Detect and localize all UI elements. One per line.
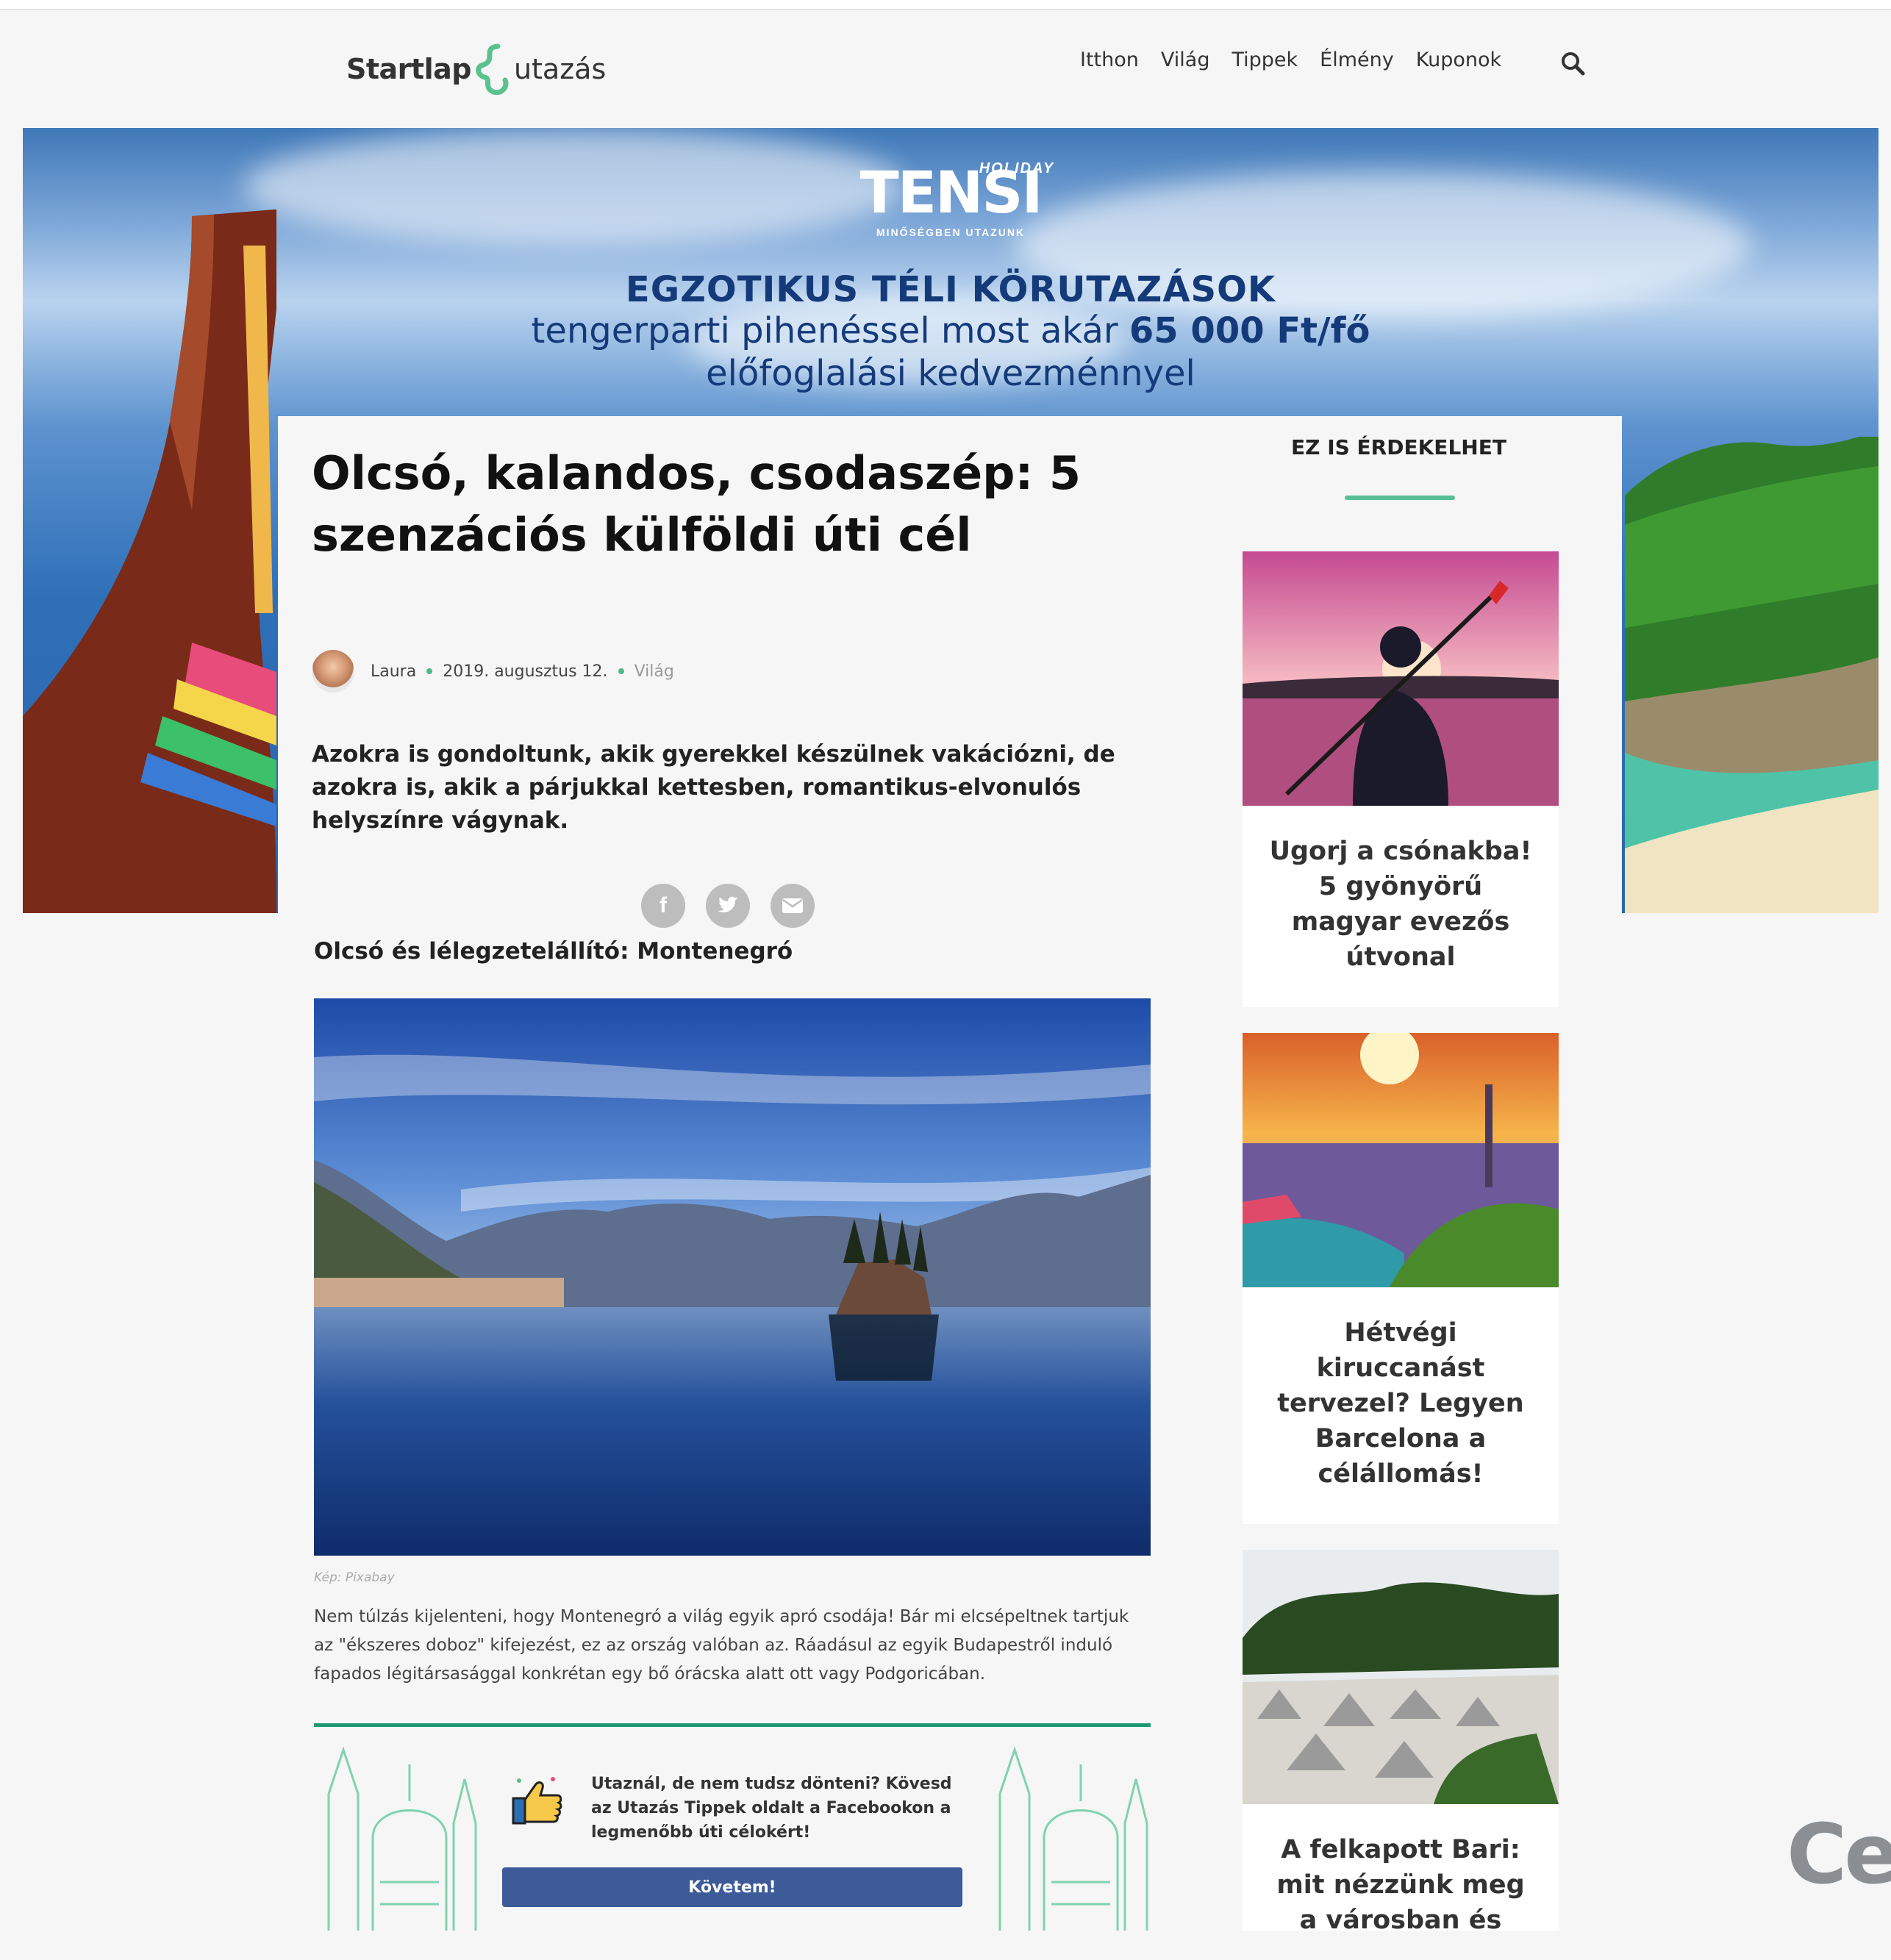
share-buttons: f <box>641 884 815 928</box>
author-avatar[interactable] <box>312 650 354 693</box>
banner-brand-tagline: MINŐSÉGBEN UTAZUNK <box>876 226 1026 238</box>
sidebar-card-bari[interactable]: A felkapott Bari: mit nézzünk meg a váro… <box>1243 1550 1559 1935</box>
sidebar-card-kayak[interactable]: Ugorj a csónakba! 5 gyönyörű magyar evez… <box>1243 551 1559 1007</box>
banner-price: 65 000 Ft/fő <box>1129 310 1370 351</box>
article-lead: Azokra is gondoltunk, akik gyerekkel kés… <box>312 741 1115 834</box>
browser-top-line <box>0 0 1891 10</box>
sidebar-title: EZ IS ÉRDEKELHET <box>1291 435 1506 459</box>
nav-item-kuponok[interactable]: Kuponok <box>1416 49 1501 71</box>
logo-text-utazas: utazás <box>513 53 607 85</box>
search-icon[interactable] <box>1559 50 1586 76</box>
skyline-illustration-left <box>327 1746 477 1931</box>
skyline-illustration-right <box>998 1746 1148 1931</box>
banner-discount-line: előfoglalási kedvezménnyel <box>706 353 1195 394</box>
sidebar-card-barcelona[interactable]: Hétvégi kiruccanást tervezel? Legyen Bar… <box>1243 1033 1559 1524</box>
article-body: Nem túlzás kijelenteni, hogy Montenegró … <box>314 1607 1129 1684</box>
promo-divider <box>314 1723 1151 1727</box>
nav-item-itthon[interactable]: Itthon <box>1080 49 1139 71</box>
nav-item-vilag[interactable]: Világ <box>1161 49 1210 71</box>
article-date: 2019. augusztus 12. <box>443 662 608 681</box>
tropical-island-image <box>1625 437 1879 913</box>
montenegro-photo <box>314 998 1151 1556</box>
sidebar-card-title[interactable]: Ugorj a csónakba! 5 gyönyörű magyar evez… <box>1243 806 1559 997</box>
image-caption: Kép: Pixabay <box>314 1570 395 1585</box>
banner-brand-logo: TENSI <box>859 160 1043 226</box>
facebook-share-icon[interactable]: f <box>641 884 685 928</box>
corner-overlay-text: Ce <box>1787 1807 1891 1903</box>
sidebar-card-title[interactable]: Hétvégi kiruccanást tervezel? Legyen Bar… <box>1243 1287 1559 1514</box>
email-share-icon[interactable] <box>771 884 815 928</box>
article-category[interactable]: Világ <box>634 662 674 681</box>
thumbs-up-icon <box>512 1777 562 1825</box>
meta-separator <box>618 668 624 674</box>
banner-headline: EGZOTIKUS TÉLI KÖRUTAZÁSOK <box>625 269 1276 310</box>
site-logo[interactable]: Startlap utazás <box>346 32 606 106</box>
promo-text: Utaznál, de nem tudsz dönteni? Kövesd az… <box>591 1775 952 1842</box>
sidebar-card-title[interactable]: A felkapott Bari: mit nézzünk meg a váro… <box>1243 1804 1559 1960</box>
article-title: Olcsó, kalandos, csodaszép: 5 szenzációs… <box>312 446 1082 562</box>
kayak-image <box>1243 551 1559 806</box>
main-nav: Itthon Világ Tippek Élmény Kuponok <box>1080 49 1523 71</box>
meta-separator <box>426 668 433 674</box>
follow-button[interactable]: Követem! <box>502 1867 962 1907</box>
nav-item-tippek[interactable]: Tippek <box>1232 49 1298 71</box>
barcelona-image <box>1243 1033 1559 1287</box>
section-heading: Olcsó és lélegzetelállító: Montenegró <box>314 938 793 965</box>
twitter-share-icon[interactable] <box>706 884 750 928</box>
site-header: Startlap utazás Itthon Világ Tippek Élmé… <box>23 10 1879 126</box>
bari-image <box>1243 1550 1559 1804</box>
banner-offer-line: tengerparti pihenéssel most akár 65 000 … <box>531 310 1370 351</box>
sidebar-title-underline <box>1345 496 1455 500</box>
article-meta: Laura 2019. augusztus 12. Világ <box>312 650 674 693</box>
logo-swirl-icon <box>476 43 509 95</box>
author-name[interactable]: Laura <box>371 662 416 681</box>
logo-text-startlap: Startlap <box>346 53 471 85</box>
nav-item-elmeny[interactable]: Élmény <box>1320 49 1394 71</box>
